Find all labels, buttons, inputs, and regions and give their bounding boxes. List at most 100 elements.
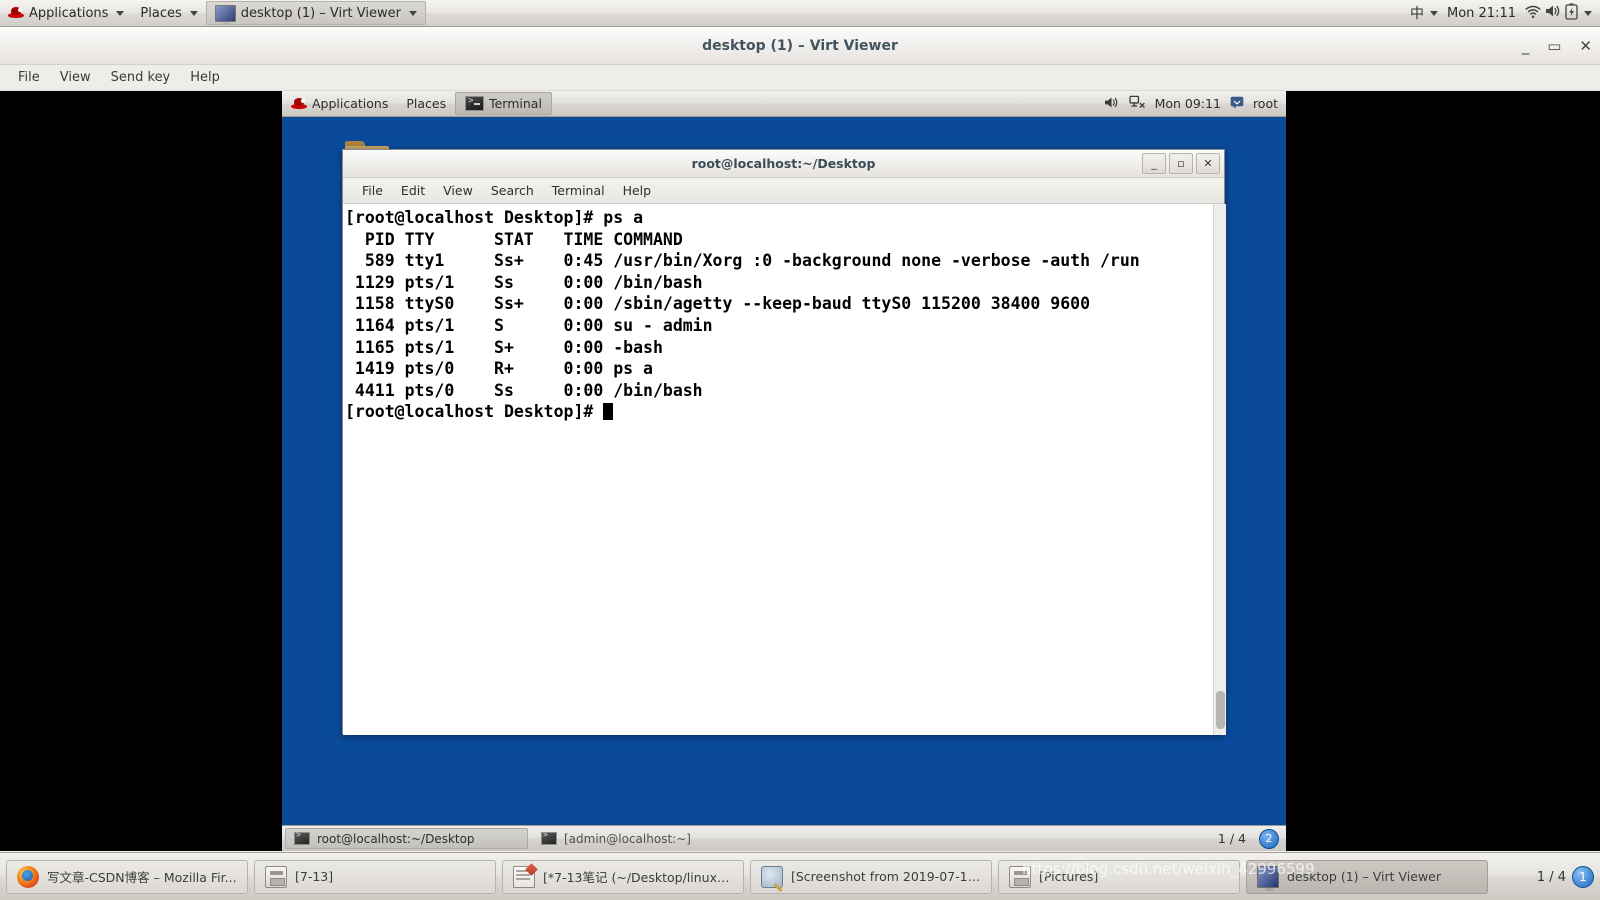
host-places-menu[interactable]: Places <box>132 0 205 26</box>
vm-workspace-indicator[interactable]: 1 / 4 <box>1212 831 1252 846</box>
virt-viewer-menubar: File View Send key Help <box>0 65 1600 91</box>
input-method-indicator[interactable]: 中 <box>1410 3 1424 23</box>
vm-volume-icon[interactable] <box>1103 96 1120 112</box>
host-taskbar-button-label: [7-13] <box>295 869 334 884</box>
host-taskbar-button[interactable]: [7-13] <box>254 859 496 894</box>
terminal-minimize-button[interactable]: _ <box>1142 153 1166 174</box>
host-applications-label: Applications <box>29 5 109 21</box>
host-taskbar-button[interactable]: [Pictures] <box>998 859 1240 894</box>
minimize-button[interactable]: _ <box>1522 38 1530 54</box>
vm-places-label: Places <box>406 96 447 111</box>
host-taskbar-button[interactable]: [*7-13笔记 (~/Desktop/linux/7... <box>502 859 744 894</box>
vm-places-menu[interactable]: Places <box>397 91 455 116</box>
redhat-logo-icon <box>8 6 24 20</box>
terminal-line: 1165 pts/1 S+ 0:00 -bash <box>345 337 663 357</box>
terminal-maximize-button[interactable]: ▫ <box>1169 153 1193 174</box>
notepad-icon <box>513 865 535 888</box>
host-clock[interactable]: Mon 21:11 <box>1447 6 1516 21</box>
terminal-prompt-line: [root@localhost Desktop]# <box>345 401 1213 423</box>
terminal-title: root@localhost:~/Desktop <box>691 156 876 171</box>
terminal-line: 1164 pts/1 S 0:00 su - admin <box>345 315 713 335</box>
terminal-menu-file[interactable]: File <box>353 181 392 200</box>
vm-screen[interactable]: Applications Places Terminal Mon 09 <box>282 91 1286 851</box>
virt-viewer-window-controls: _ ▭ ✕ <box>1522 27 1592 65</box>
chevron-down-icon[interactable] <box>1584 10 1592 16</box>
terminal-titlebar[interactable]: root@localhost:~/Desktop _ ▫ ✕ <box>343 150 1224 178</box>
firefox-icon <box>17 865 39 888</box>
host-taskbar-button[interactable]: [Screenshot from 2019-07-13... <box>750 859 992 894</box>
terminal-line: [root@localhost Desktop]# ps a <box>345 208 644 227</box>
chevron-down-icon <box>189 10 198 16</box>
menu-send-key[interactable]: Send key <box>101 67 181 88</box>
terminal-menu-view[interactable]: View <box>434 181 482 200</box>
host-taskbar-button[interactable]: 写文章-CSDN博客 – Mozilla Fir... <box>6 859 248 894</box>
host-places-label: Places <box>140 5 182 21</box>
vm-user-label[interactable]: root <box>1253 96 1278 111</box>
archive-icon <box>1009 865 1031 888</box>
terminal-window-controls: _ ▫ ✕ <box>1142 153 1220 174</box>
vm-top-panel: Applications Places Terminal Mon 09 <box>282 91 1286 117</box>
monitor-icon <box>1257 865 1279 891</box>
vm-clock[interactable]: Mon 09:11 <box>1155 96 1221 111</box>
vm-taskbar-button-label: root@localhost:~/Desktop <box>317 831 475 846</box>
host-workspace-badge[interactable]: 1 <box>1572 866 1594 888</box>
terminal-menu-terminal[interactable]: Terminal <box>543 181 614 200</box>
host-workspace-indicator[interactable]: 1 / 4 <box>1537 870 1566 885</box>
terminal-line: 1158 ttyS0 Ss+ 0:00 /sbin/agetty --keep-… <box>345 294 1091 314</box>
redhat-logo-icon <box>291 97 307 111</box>
host-task-label: desktop (1) – Virt Viewer <box>240 5 401 21</box>
host-status-area: 中 Mon 21:11 <box>1410 2 1600 24</box>
host-taskbar-button-label: desktop (1) – Virt Viewer <box>1287 869 1441 884</box>
vm-taskbar: root@localhost:~/Desktop [admin@localhost… <box>282 825 1286 851</box>
vm-applications-menu[interactable]: Applications <box>282 91 397 116</box>
terminal-menu-edit[interactable]: Edit <box>392 181 434 200</box>
terminal-icon <box>465 96 485 111</box>
terminal-scrollbar-thumb[interactable] <box>1216 691 1225 729</box>
terminal-close-button[interactable]: ✕ <box>1196 153 1220 174</box>
terminal-line: PID TTY STAT TIME COMMAND <box>345 229 683 249</box>
menu-view[interactable]: View <box>50 67 101 88</box>
terminal-output[interactable]: [root@localhost Desktop]# ps a PID TTY S… <box>343 204 1213 735</box>
terminal-menu-help[interactable]: Help <box>614 181 661 200</box>
wifi-icon[interactable] <box>1525 4 1541 22</box>
host-taskbar-button-label: 写文章-CSDN博客 – Mozilla Fir... <box>47 870 237 885</box>
menu-help[interactable]: Help <box>180 67 230 88</box>
terminal-line: 1129 pts/1 Ss 0:00 /bin/bash <box>345 272 703 292</box>
vm-user-icon <box>1230 96 1244 112</box>
battery-icon[interactable] <box>1565 2 1578 24</box>
vm-workspace-badge[interactable]: 2 <box>1259 828 1279 849</box>
host-taskbar-button[interactable]: desktop (1) – Virt Viewer <box>1246 859 1488 894</box>
host-applications-menu[interactable]: Applications <box>0 0 132 26</box>
monitor-icon <box>214 4 236 25</box>
close-button[interactable]: ✕ <box>1579 38 1592 54</box>
volume-icon[interactable] <box>1544 4 1562 22</box>
chevron-down-icon <box>408 10 417 16</box>
terminal-window[interactable]: root@localhost:~/Desktop _ ▫ ✕ File Edit… <box>342 149 1226 735</box>
terminal-scrollbar[interactable] <box>1213 204 1226 735</box>
terminal-prompt: [root@localhost Desktop]# <box>345 402 604 422</box>
maximize-button[interactable]: ▭ <box>1547 38 1561 54</box>
terminal-icon <box>294 830 310 845</box>
virt-viewer-title: desktop (1) – Virt Viewer <box>702 37 898 54</box>
menu-file[interactable]: File <box>8 67 50 88</box>
screenshot-icon <box>761 865 783 888</box>
vm-network-disconnected-icon[interactable] <box>1128 95 1146 112</box>
vm-window-task-terminal[interactable]: Terminal <box>455 92 552 115</box>
terminal-cursor <box>603 403 614 421</box>
host-taskbar-button-label: [Screenshot from 2019-07-13... <box>791 869 981 884</box>
terminal-body[interactable]: [root@localhost Desktop]# ps a PID TTY S… <box>343 204 1226 735</box>
host-workspace-area: 1 / 4 1 <box>1537 866 1594 888</box>
host-window-task-virt-viewer[interactable]: desktop (1) – Virt Viewer <box>205 1 426 25</box>
terminal-line: 4411 pts/0 Ss 0:00 /bin/bash <box>345 380 703 400</box>
terminal-menu-search[interactable]: Search <box>482 181 543 200</box>
host-taskbar: 写文章-CSDN博客 – Mozilla Fir... [7-13] [*7-13笔… <box>0 852 1600 900</box>
vm-taskbar-button[interactable]: [admin@localhost:~] <box>532 828 775 849</box>
chevron-down-icon[interactable] <box>1429 10 1438 16</box>
vm-active-window-label: Terminal <box>489 96 542 111</box>
vm-applications-label: Applications <box>312 96 389 111</box>
vm-taskbar-button[interactable]: root@localhost:~/Desktop <box>285 828 528 849</box>
virt-viewer-canvas[interactable]: Applications Places Terminal Mon 09 <box>0 91 1600 851</box>
virt-viewer-titlebar[interactable]: desktop (1) – Virt Viewer _ ▭ ✕ <box>0 27 1600 65</box>
host-taskbar-button-label: [Pictures] <box>1039 869 1099 884</box>
virt-viewer-window: desktop (1) – Virt Viewer _ ▭ ✕ File Vie… <box>0 27 1600 852</box>
